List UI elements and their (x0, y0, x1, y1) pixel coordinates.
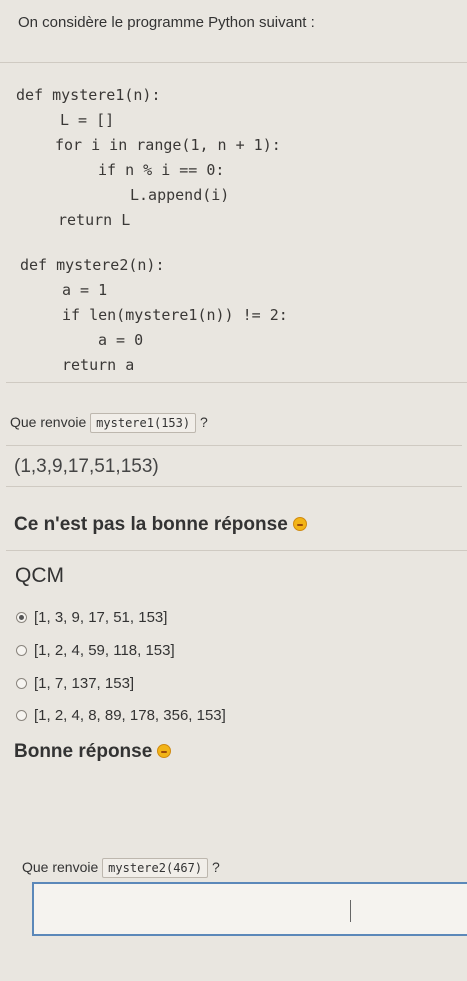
option-label: [1, 7, 137, 153] (34, 675, 135, 692)
code-line-9: if len(mystere1(n)) != 2: (62, 306, 288, 324)
code-line-6: return L (58, 211, 131, 229)
feedback-good: Bonne réponse (14, 741, 172, 763)
radio-icon[interactable] (16, 710, 27, 721)
feedback-wrong-text: Ce n'est pas la bonne réponse (14, 514, 288, 535)
smile-icon (157, 744, 172, 758)
sad-face-icon (292, 517, 307, 531)
code-line-10: a = 0 (98, 331, 144, 349)
divider (0, 62, 467, 63)
qcm-title: QCM (15, 564, 64, 587)
code-line-3: for i in range(1, n + 1): (55, 136, 281, 154)
radio-selected-icon[interactable] (16, 612, 27, 623)
option-label: [1, 2, 4, 59, 118, 153] (34, 642, 175, 659)
qcm-option-3[interactable]: [1, 7, 137, 153] (16, 675, 134, 692)
qcm-option-2[interactable]: [1, 2, 4, 59, 118, 153] (16, 642, 175, 659)
question-2: Que renvoie mystere2(467) ? (22, 858, 220, 878)
code-line-5: L.append(i) (130, 186, 230, 204)
divider (6, 382, 467, 383)
qcm-option-1[interactable]: [1, 3, 9, 17, 51, 153] (16, 609, 167, 626)
intro-text: On considère le programme Python suivant… (18, 14, 315, 31)
option-label: [1, 2, 4, 8, 89, 178, 356, 153] (34, 707, 226, 724)
question-suffix: ? (199, 414, 208, 430)
code-line-4: if n % i == 0: (98, 161, 225, 179)
code-line-2: L = [] (60, 111, 115, 129)
divider (6, 550, 467, 551)
code-chip: mystere2(467) (102, 858, 209, 878)
answer-field-1[interactable]: (1,3,9,17,51,153) (6, 445, 462, 487)
radio-icon[interactable] (16, 645, 27, 656)
code-line-1: def mystere1(n): (16, 86, 161, 104)
code-line-11: return a (62, 356, 135, 374)
feedback-good-text: Bonne réponse (14, 741, 153, 762)
question-prefix: Que renvoie (22, 859, 99, 875)
question-suffix: ? (211, 859, 220, 875)
qcm-option-4[interactable]: [1, 2, 4, 8, 89, 178, 356, 153] (16, 707, 226, 724)
code-chip: mystere1(153) (90, 413, 197, 433)
radio-icon[interactable] (16, 678, 27, 689)
question-1: Que renvoie mystere1(153) ? (10, 413, 208, 433)
feedback-wrong: Ce n'est pas la bonne réponse (14, 514, 307, 536)
code-line-7: def mystere2(n): (20, 256, 165, 274)
code-line-8: a = 1 (62, 281, 108, 299)
question-prefix: Que renvoie (10, 414, 87, 430)
option-label: [1, 3, 9, 17, 51, 153] (34, 609, 168, 626)
answer-field-2[interactable] (32, 882, 467, 936)
text-cursor (350, 900, 351, 922)
